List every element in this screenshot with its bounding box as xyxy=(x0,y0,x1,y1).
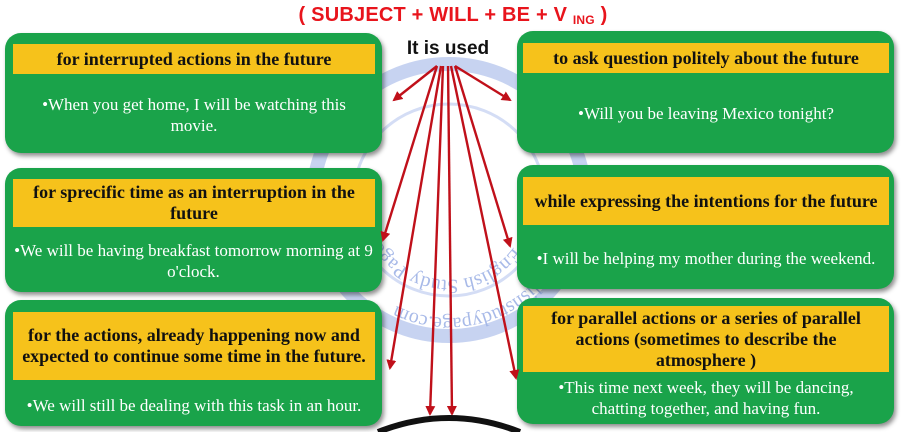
bottom-arc-decoration xyxy=(376,415,522,432)
arrows-layer xyxy=(376,64,522,432)
arrow-to-parallel-actions xyxy=(449,65,520,380)
arrow-to-specific-time xyxy=(380,65,439,242)
arrow-down-right xyxy=(446,65,457,416)
it-is-used-label: It is used xyxy=(406,38,490,59)
